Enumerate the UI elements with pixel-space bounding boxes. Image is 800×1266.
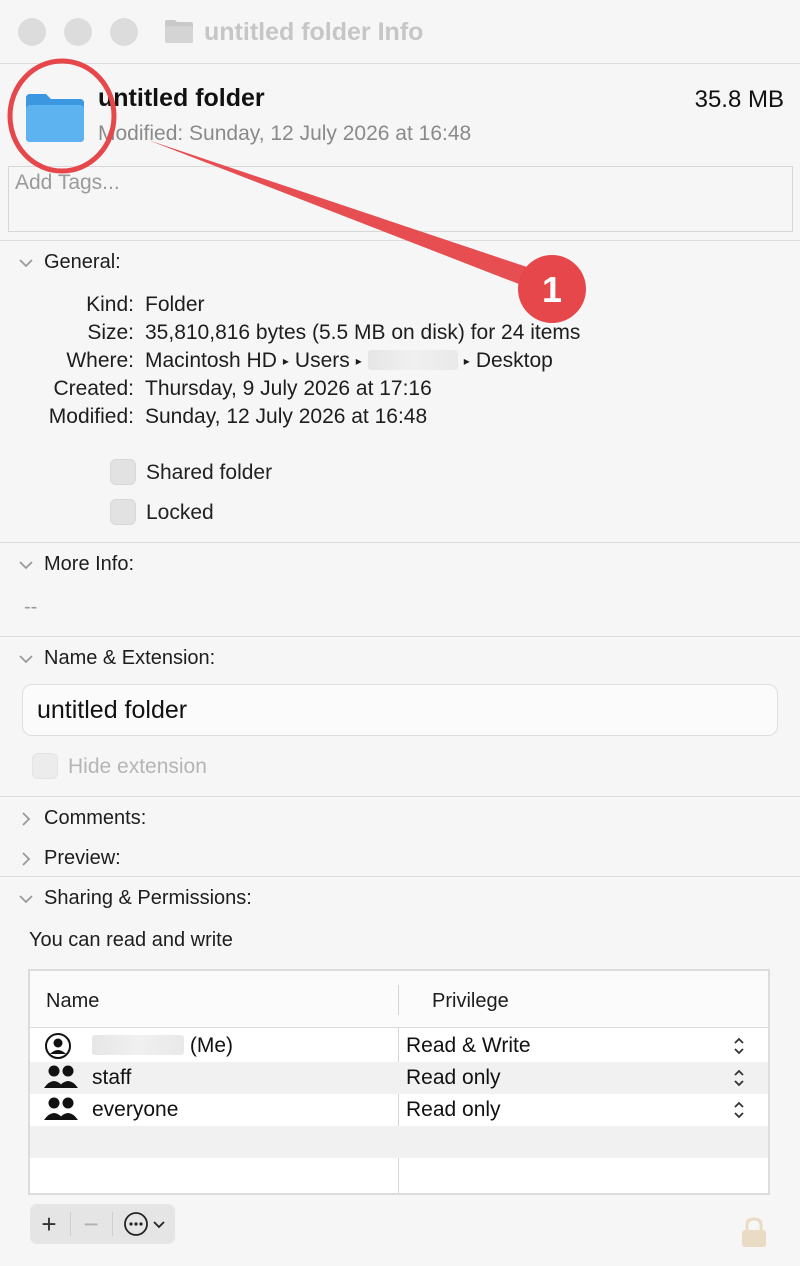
column-header-privilege[interactable]: Privilege [432, 990, 509, 1013]
ellipsis-circle-icon [124, 1212, 148, 1236]
tags-field[interactable] [8, 166, 793, 232]
chevron-down-icon [19, 894, 33, 903]
chevron-up-down-icon[interactable] [732, 1100, 746, 1120]
minimize-window-button[interactable] [64, 18, 92, 46]
section-preview-toggle[interactable]: Preview: [16, 847, 121, 870]
path-arrow-icon: ▸ [463, 354, 470, 368]
chevron-right-icon [22, 811, 31, 826]
table-row[interactable]: everyone Read only [30, 1094, 768, 1126]
divider [0, 796, 800, 797]
size-value: 35,810,816 bytes (5.5 MB on disk) for 24… [145, 321, 581, 344]
where-path: Macintosh HD ▸ Users ▸ ▸ Desktop [145, 349, 553, 373]
permissions-toolbar: + − [30, 1204, 175, 1244]
privilege-value[interactable]: Read & Write [406, 1034, 531, 1058]
column-header-name[interactable]: Name [46, 990, 99, 1013]
path-segment[interactable]: Macintosh HD [145, 349, 277, 372]
close-window-button[interactable] [18, 18, 46, 46]
chevron-down-icon [19, 654, 33, 663]
group-icon [44, 1097, 78, 1120]
permissions-table: Name Privilege (Me) Read & Write staff R… [28, 969, 770, 1195]
person-icon [45, 1033, 71, 1059]
user-name: (Me) [92, 1034, 233, 1058]
created-label: Created: [53, 377, 134, 400]
name-input[interactable] [23, 685, 777, 735]
privilege-value[interactable]: Read only [406, 1098, 501, 1122]
section-more-info-toggle[interactable]: More Info: [16, 553, 134, 576]
section-name-extension-toggle[interactable]: Name & Extension: [16, 647, 215, 670]
chevron-up-down-icon[interactable] [732, 1068, 746, 1088]
section-general-label: General: [44, 251, 121, 273]
title-bar: untitled folder Info [0, 0, 800, 64]
file-size: 35.8 MB [694, 86, 784, 113]
tags-input[interactable] [9, 167, 792, 199]
redacted-username [367, 350, 458, 370]
toolbar-divider [112, 1212, 113, 1236]
table-row[interactable]: (Me) Read & Write [30, 1030, 768, 1062]
group-icon [44, 1065, 78, 1088]
user-name: staff [92, 1066, 132, 1089]
name-field[interactable] [22, 684, 778, 736]
size-label: Size: [87, 321, 134, 344]
section-preview-label: Preview: [44, 847, 121, 869]
window-title: untitled folder Info [204, 18, 424, 46]
sharing-status: You can read and write [29, 929, 233, 951]
shared-folder-label: Shared folder [146, 461, 273, 484]
chevron-down-icon [19, 560, 33, 569]
section-general-toggle[interactable]: General: [16, 251, 121, 274]
created-value: Thursday, 9 July 2026 at 17:16 [145, 377, 432, 400]
divider [0, 876, 800, 877]
locked-checkbox[interactable] [110, 499, 136, 525]
locked-label: Locked [146, 501, 214, 524]
divider [0, 240, 800, 241]
kind-value: Folder [145, 293, 205, 316]
folder-icon [26, 94, 84, 142]
hide-extension-checkbox[interactable] [32, 753, 58, 779]
path-arrow-icon: ▸ [355, 354, 362, 368]
table-header: Name Privilege [30, 971, 768, 1028]
path-segment[interactable]: Desktop [476, 349, 553, 372]
hide-extension-label: Hide extension [68, 755, 207, 778]
annotation-number: 1 [541, 269, 563, 310]
where-label: Where: [66, 349, 134, 372]
zoom-window-button[interactable] [110, 18, 138, 46]
chevron-up-down-icon[interactable] [732, 1036, 746, 1056]
table-row-empty [30, 1126, 768, 1158]
chevron-down-icon [153, 1221, 165, 1229]
section-name-extension-label: Name & Extension: [44, 647, 216, 669]
redacted-username [92, 1035, 184, 1055]
chevron-right-icon [22, 851, 31, 866]
file-name: untitled folder [98, 84, 265, 112]
table-row-empty [30, 1158, 768, 1190]
table-row[interactable]: staff Read only [30, 1062, 768, 1094]
folder-icon [165, 20, 193, 43]
lock-icon[interactable] [740, 1216, 768, 1248]
divider [0, 636, 800, 637]
section-more-info-label: More Info: [44, 553, 135, 575]
column-divider [398, 985, 399, 1015]
section-sharing-label: Sharing & Permissions: [44, 887, 252, 909]
chevron-down-icon [19, 258, 33, 267]
shared-folder-checkbox[interactable] [110, 459, 136, 485]
section-comments-label: Comments: [44, 807, 147, 829]
toolbar-divider [70, 1212, 71, 1236]
user-name: everyone [92, 1098, 179, 1121]
modified-date: Modified: Sunday, 12 July 2026 at 16:48 [98, 122, 472, 145]
more-info-value: -- [24, 596, 38, 618]
privilege-value[interactable]: Read only [406, 1066, 501, 1090]
action-menu-button[interactable] [116, 1204, 174, 1244]
path-segment[interactable]: Users [295, 349, 350, 372]
remove-user-button[interactable]: − [72, 1204, 110, 1244]
modified-value: Sunday, 12 July 2026 at 16:48 [145, 405, 428, 428]
path-arrow-icon: ▸ [282, 354, 289, 368]
modified-label: Modified: [48, 405, 134, 428]
section-comments-toggle[interactable]: Comments: [16, 807, 146, 830]
divider [0, 542, 800, 543]
info-window: untitled folder Info untitled folder 35.… [0, 0, 800, 1266]
section-sharing-toggle[interactable]: Sharing & Permissions: [16, 887, 252, 910]
kind-label: Kind: [86, 293, 134, 316]
add-user-button[interactable]: + [30, 1204, 68, 1244]
